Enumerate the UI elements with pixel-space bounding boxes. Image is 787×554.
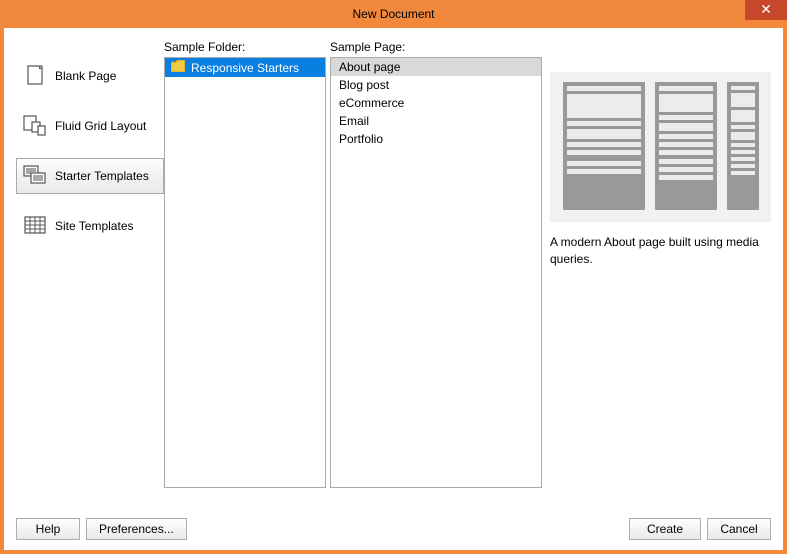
- sample-page-list[interactable]: About page Blog post eCommerce Email Por…: [330, 57, 542, 488]
- folder-item-label: Responsive Starters: [191, 61, 299, 75]
- starter-templates-icon: [23, 165, 47, 187]
- preview-description: A modern About page built using media qu…: [550, 234, 771, 268]
- preview-desktop-icon: [563, 82, 645, 210]
- sample-page-label: Sample Page:: [330, 40, 542, 54]
- preview-mobile-icon: [727, 82, 759, 210]
- cancel-button[interactable]: Cancel: [707, 518, 771, 540]
- folder-icon: [171, 60, 185, 75]
- page-item-label: eCommerce: [339, 96, 404, 110]
- close-icon: ✕: [760, 1, 772, 17]
- category-label: Starter Templates: [55, 169, 149, 183]
- page-item-label: Portfolio: [339, 132, 383, 146]
- titlebar: New Document ✕: [0, 0, 787, 28]
- fluid-grid-icon: [23, 115, 47, 137]
- footer: Help Preferences... Create Cancel: [16, 518, 771, 540]
- category-site-templates[interactable]: Site Templates: [16, 208, 164, 244]
- sample-page-column: Sample Page: About page Blog post eComme…: [330, 40, 542, 488]
- page-item-label: Email: [339, 114, 369, 128]
- sample-folder-list[interactable]: Responsive Starters: [164, 57, 326, 488]
- site-templates-icon: [23, 215, 47, 237]
- category-blank-page[interactable]: Blank Page: [16, 58, 164, 94]
- create-button[interactable]: Create: [629, 518, 701, 540]
- folder-item-responsive-starters[interactable]: Responsive Starters: [165, 58, 325, 77]
- category-label: Site Templates: [55, 219, 134, 233]
- preview-column: A modern About page built using media qu…: [550, 40, 771, 488]
- preferences-button[interactable]: Preferences...: [86, 518, 187, 540]
- page-item-about[interactable]: About page: [331, 58, 541, 76]
- page-item-label: About page: [339, 60, 400, 74]
- preview-thumbnail: [550, 72, 771, 222]
- category-sidebar: Blank Page Fluid Grid Layout: [16, 40, 164, 488]
- category-fluid-grid[interactable]: Fluid Grid Layout: [16, 108, 164, 144]
- page-item-label: Blog post: [339, 78, 389, 92]
- category-label: Fluid Grid Layout: [55, 119, 146, 133]
- page-item-ecommerce[interactable]: eCommerce: [331, 94, 541, 112]
- window-title: New Document: [352, 7, 434, 21]
- category-label: Blank Page: [55, 69, 116, 83]
- sample-folder-column: Sample Folder: Responsive Starters: [164, 40, 326, 488]
- page-item-portfolio[interactable]: Portfolio: [331, 130, 541, 148]
- close-button[interactable]: ✕: [745, 0, 787, 20]
- page-item-blog[interactable]: Blog post: [331, 76, 541, 94]
- preview-tablet-icon: [655, 82, 717, 210]
- page-item-email[interactable]: Email: [331, 112, 541, 130]
- window-body: Blank Page Fluid Grid Layout: [4, 28, 783, 550]
- sample-folder-label: Sample Folder:: [164, 40, 326, 54]
- category-starter-templates[interactable]: Starter Templates: [16, 158, 164, 194]
- help-button[interactable]: Help: [16, 518, 80, 540]
- blank-page-icon: [23, 65, 47, 87]
